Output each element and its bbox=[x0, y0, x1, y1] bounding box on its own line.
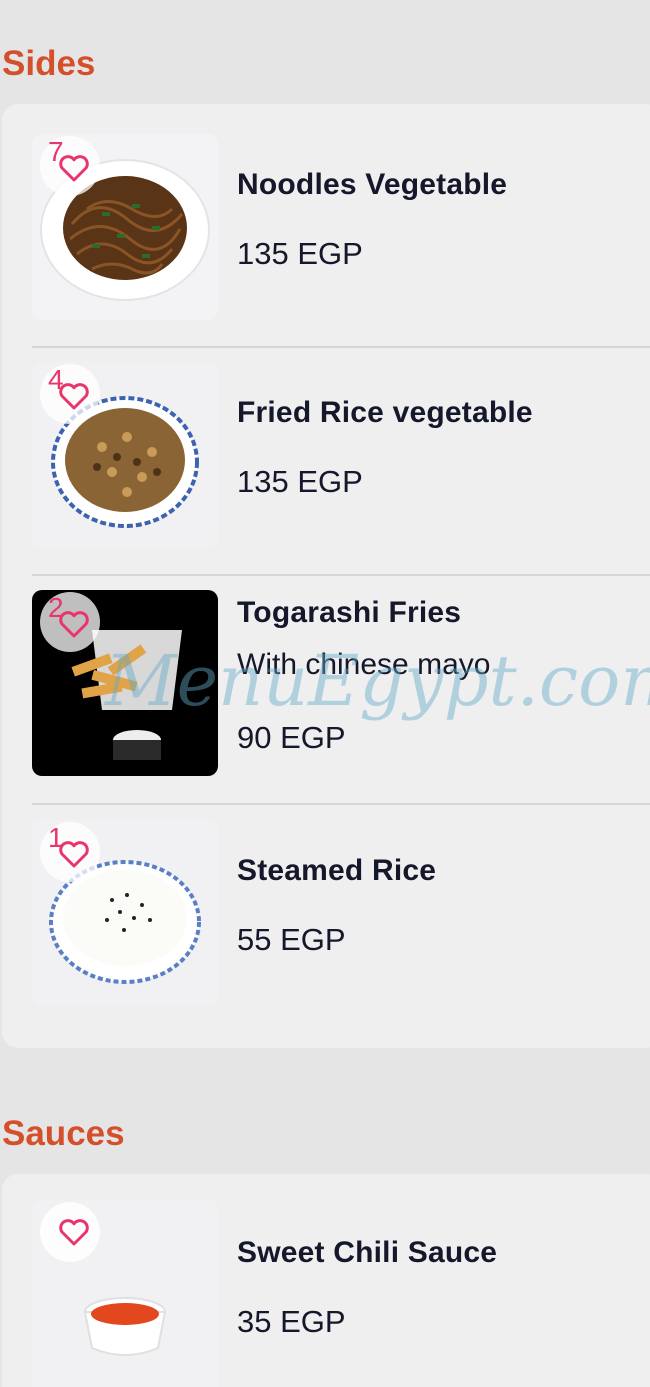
item-price: 55 EGP bbox=[237, 922, 346, 957]
item-price: 135 EGP bbox=[237, 464, 363, 499]
section-title-sides: Sides bbox=[2, 44, 96, 83]
steamed-rice-image: 1 bbox=[32, 820, 218, 1006]
item-price: 90 EGP bbox=[237, 720, 346, 755]
menu-item-noodles-vegetable[interactable]: 7 Noodles Vegetable 135 EGP bbox=[32, 134, 650, 322]
menu-item-sweet-chili-sauce[interactable]: Sweet Chili Sauce 35 EGP bbox=[32, 1200, 650, 1387]
favorite-badge[interactable]: 7 bbox=[40, 136, 100, 196]
menu-page: Sides 7 Noodles Vegetable 135 EGP 4 Frie… bbox=[0, 0, 650, 1387]
menu-item-fried-rice-vegetable[interactable]: 4 Fried Rice vegetable 135 EGP bbox=[32, 362, 650, 550]
togarashi-fries-image: 2 bbox=[32, 590, 218, 776]
item-name: Noodles Vegetable bbox=[237, 168, 508, 201]
item-name: Sweet Chili Sauce bbox=[237, 1236, 498, 1269]
item-divider bbox=[32, 346, 650, 348]
sweet-chili-sauce-image bbox=[32, 1200, 218, 1387]
heart-outline-icon bbox=[59, 155, 89, 182]
favorite-badge[interactable]: 2 bbox=[40, 592, 100, 652]
fried-rice-vegetable-image: 4 bbox=[32, 362, 218, 548]
heart-outline-icon bbox=[59, 841, 89, 868]
favorite-badge[interactable] bbox=[40, 1202, 100, 1262]
item-name: Fried Rice vegetable bbox=[237, 396, 533, 429]
item-price: 35 EGP bbox=[237, 1304, 346, 1339]
favorite-badge[interactable]: 1 bbox=[40, 822, 100, 882]
item-price: 135 EGP bbox=[237, 236, 363, 271]
item-divider bbox=[32, 803, 650, 805]
section-title-sauces: Sauces bbox=[2, 1114, 125, 1153]
heart-outline-icon bbox=[59, 1219, 89, 1246]
noodles-vegetable-image: 7 bbox=[32, 134, 218, 320]
heart-outline-icon bbox=[59, 611, 89, 638]
menu-item-steamed-rice[interactable]: 1 Steamed Rice 55 EGP bbox=[32, 820, 650, 1008]
favorite-badge[interactable]: 4 bbox=[40, 364, 100, 424]
item-description: With chinese mayo bbox=[237, 648, 491, 681]
item-name: Togarashi Fries bbox=[237, 596, 462, 629]
item-divider bbox=[32, 574, 650, 576]
menu-item-togarashi-fries[interactable]: 2 Togarashi Fries With chinese mayo 90 E… bbox=[32, 590, 650, 778]
sides-card: 7 Noodles Vegetable 135 EGP 4 Fried Rice… bbox=[2, 104, 650, 1048]
item-name: Steamed Rice bbox=[237, 854, 437, 887]
heart-outline-icon bbox=[59, 383, 89, 410]
sauces-card: Sweet Chili Sauce 35 EGP bbox=[2, 1174, 650, 1387]
